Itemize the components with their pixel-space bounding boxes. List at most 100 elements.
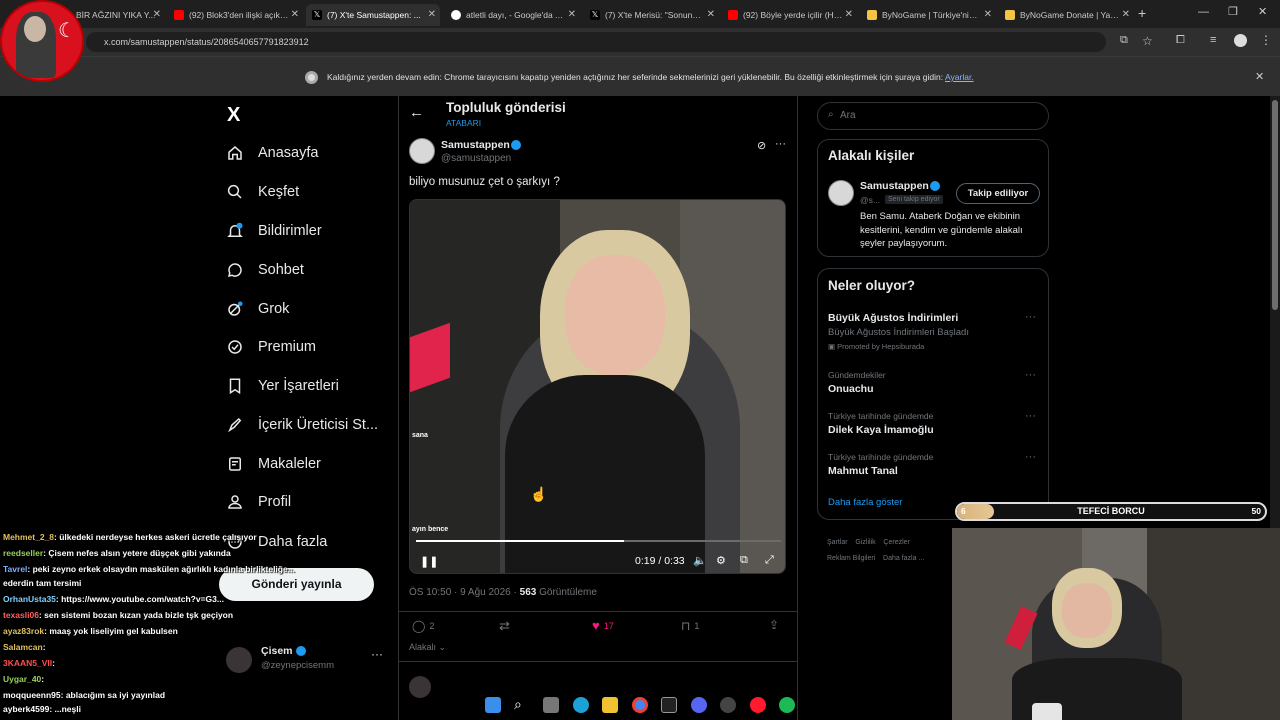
- tab-close-icon[interactable]: ✕: [1122, 9, 1130, 20]
- back-arrow-icon[interactable]: ←: [409, 104, 424, 121]
- address-bar[interactable]: x.com/samustappen/status/208654065779182…: [86, 32, 1106, 52]
- nav-profile[interactable]: Profil: [226, 487, 291, 517]
- menu-kebab-icon[interactable]: ⋮: [1260, 33, 1272, 47]
- spotify-icon[interactable]: [779, 697, 795, 713]
- nav-label: Anasayfa: [258, 145, 319, 161]
- obs-icon[interactable]: [720, 697, 736, 713]
- author-handle[interactable]: @samustappen: [441, 153, 511, 164]
- x-logo[interactable]: X: [227, 104, 240, 127]
- webcam-mug: [1032, 703, 1062, 720]
- nav-premium[interactable]: Premium: [226, 332, 316, 362]
- chat-text: : https://www.youtube.com/watch?v=G3...: [55, 594, 224, 604]
- tab-close-icon[interactable]: ✕: [428, 9, 436, 20]
- tab-close-icon[interactable]: ✕: [291, 9, 299, 20]
- nav-articles[interactable]: Makaleler: [226, 449, 321, 479]
- browser-tab[interactable]: 𝕏 (7) X'te Merisü: "Sonunda... ✕: [584, 4, 719, 26]
- profile-avatar-icon[interactable]: [1234, 34, 1247, 47]
- nav-creator-studio[interactable]: İçerik Üreticisi St...: [226, 410, 378, 440]
- scrollbar-thumb[interactable]: [1272, 100, 1278, 310]
- share-icon[interactable]: ⇪: [769, 618, 779, 632]
- chat-username: Tavrel: [3, 564, 28, 574]
- post-more-icon[interactable]: ···: [775, 138, 786, 150]
- discord-icon[interactable]: [691, 697, 707, 713]
- nav-home[interactable]: Anasayfa: [226, 138, 318, 168]
- trend-more-icon[interactable]: ···: [1025, 410, 1036, 422]
- following-button[interactable]: Takip ediliyor: [956, 183, 1040, 204]
- close-info-bar-icon[interactable]: ✕: [1255, 70, 1264, 83]
- pause-icon[interactable]: ❚❚: [420, 555, 438, 568]
- file-explorer-icon[interactable]: [602, 697, 618, 713]
- trend-item[interactable]: Büyük Ağustos İndirimleri Büyük Ağustos …: [818, 309, 1048, 355]
- opera-icon[interactable]: [750, 697, 766, 713]
- settings-link[interactable]: Ayarlar.: [945, 72, 974, 82]
- media-icon[interactable]: ≡: [1210, 34, 1216, 46]
- task-view-icon[interactable]: [543, 697, 559, 713]
- tab-title: BİR AĞZINI YIKA Y...: [76, 10, 156, 20]
- new-tab-button[interactable]: +: [1138, 5, 1146, 21]
- chat-message: Mehmet_2_8: ülkedeki nerdeyse herkes ask…: [3, 532, 257, 542]
- close-window-icon[interactable]: ✕: [1258, 5, 1267, 18]
- nav-bookmarks[interactable]: Yer İşaretleri: [226, 371, 339, 401]
- extensions-icon[interactable]: ⧠: [1176, 34, 1185, 47]
- video-player[interactable]: sana ayın bence ❚❚ 0:19 / 0:33 🔈 ⚙ ⧉ ⤢: [409, 199, 786, 574]
- edge-icon[interactable]: [573, 697, 589, 713]
- cast-icon[interactable]: ⧉: [1120, 34, 1128, 47]
- browser-tab[interactable]: (92) Blok3'den ilişki açıkla... ✕: [168, 4, 303, 26]
- browser-tab[interactable]: ByNoGame Donate | Yayı... ✕: [999, 4, 1134, 26]
- reply-button[interactable]: ◯ 2: [412, 619, 434, 633]
- browser-tab[interactable]: ByNoGame | Türkiye'nin D... ✕: [861, 4, 996, 26]
- pip-icon[interactable]: ⧉: [740, 554, 748, 567]
- person-name[interactable]: Samustappen: [860, 180, 929, 192]
- settings-gear-icon[interactable]: ⚙: [716, 554, 726, 567]
- trend-more-icon[interactable]: ···: [1025, 311, 1036, 323]
- tab-close-icon[interactable]: ✕: [707, 9, 715, 20]
- tab-close-icon[interactable]: ✕: [153, 9, 161, 20]
- nav-explore[interactable]: Keşfet: [226, 177, 299, 207]
- bookmark-star-icon[interactable]: ☆: [1142, 34, 1153, 48]
- chrome-icon[interactable]: [632, 697, 648, 713]
- person-avatar[interactable]: [828, 180, 854, 206]
- trend-more-icon[interactable]: ···: [1025, 451, 1036, 463]
- browser-tab-active[interactable]: 𝕏 (7) X'te Samustappen: ... ✕: [306, 4, 440, 26]
- trend-item[interactable]: Gündemdekiler Onuachu ···: [818, 367, 1048, 397]
- browser-tab[interactable]: atletli dayı, - Google'da A... ✕: [445, 4, 580, 26]
- like-button[interactable]: ♥ 17: [592, 618, 614, 633]
- show-more-link[interactable]: Daha fazla göster: [828, 497, 902, 508]
- footer-link[interactable]: Gizlilik: [855, 539, 875, 546]
- nav-grok[interactable]: Grok: [226, 294, 289, 324]
- post-time[interactable]: ÖS 10:50 · 9 Ağu 2026: [409, 587, 511, 598]
- footer-link[interactable]: Reklam Bilgileri: [827, 555, 875, 562]
- account-more-icon[interactable]: ···: [371, 647, 383, 661]
- community-name[interactable]: ATABARI: [446, 118, 481, 128]
- bookmark-button[interactable]: ⊓ 1: [681, 619, 699, 633]
- nav-chat[interactable]: Sohbet: [226, 255, 304, 285]
- trend-item[interactable]: Türkiye tarihinde gündemde Dilek Kaya İm…: [818, 408, 1048, 438]
- tab-close-icon[interactable]: ✕: [568, 9, 576, 20]
- windows-start-icon[interactable]: [485, 697, 501, 713]
- x-app-icon[interactable]: [661, 697, 677, 713]
- footer-link[interactable]: Çerezler: [883, 539, 909, 546]
- footer-link[interactable]: Şartlar: [827, 539, 848, 546]
- browser-tab[interactable]: BİR AĞZINI YIKA Y... ✕: [70, 4, 165, 26]
- author-avatar[interactable]: [409, 138, 435, 164]
- author-name[interactable]: Samustappen: [441, 139, 510, 151]
- minimize-icon[interactable]: —: [1198, 6, 1209, 18]
- nav-notifications[interactable]: Bildirimler: [226, 216, 322, 246]
- trend-more-icon[interactable]: ···: [1025, 369, 1036, 381]
- related-dropdown[interactable]: Alakalı ⌄: [409, 642, 446, 653]
- browser-tab[interactable]: (92) Böyle yerde içilir (Hal... ✕: [722, 4, 857, 26]
- video-progress-track[interactable]: [416, 540, 781, 542]
- trend-item[interactable]: Türkiye tarihinde gündemde Mahmut Tanal …: [818, 449, 1048, 479]
- repost-icon[interactable]: ⇄: [499, 618, 510, 634]
- search-icon[interactable]: ⌕: [514, 697, 530, 713]
- tab-close-icon[interactable]: ✕: [845, 9, 853, 20]
- footer-link[interactable]: Daha fazla ...: [883, 555, 924, 562]
- search-input[interactable]: ⌕ Ara: [817, 102, 1049, 130]
- maximize-icon[interactable]: ❐: [1228, 5, 1238, 18]
- volume-icon[interactable]: 🔈: [693, 554, 707, 567]
- chat-text: : Çisem nefes alsın yetere düşçek gibi y…: [43, 548, 231, 558]
- fullscreen-icon[interactable]: ⤢: [765, 554, 774, 567]
- chat-message: ayaz83rok: maaş yok liseliyim gel kabuls…: [3, 626, 178, 636]
- grok-analyze-icon[interactable]: ⊘: [757, 139, 766, 152]
- tab-close-icon[interactable]: ✕: [984, 9, 992, 20]
